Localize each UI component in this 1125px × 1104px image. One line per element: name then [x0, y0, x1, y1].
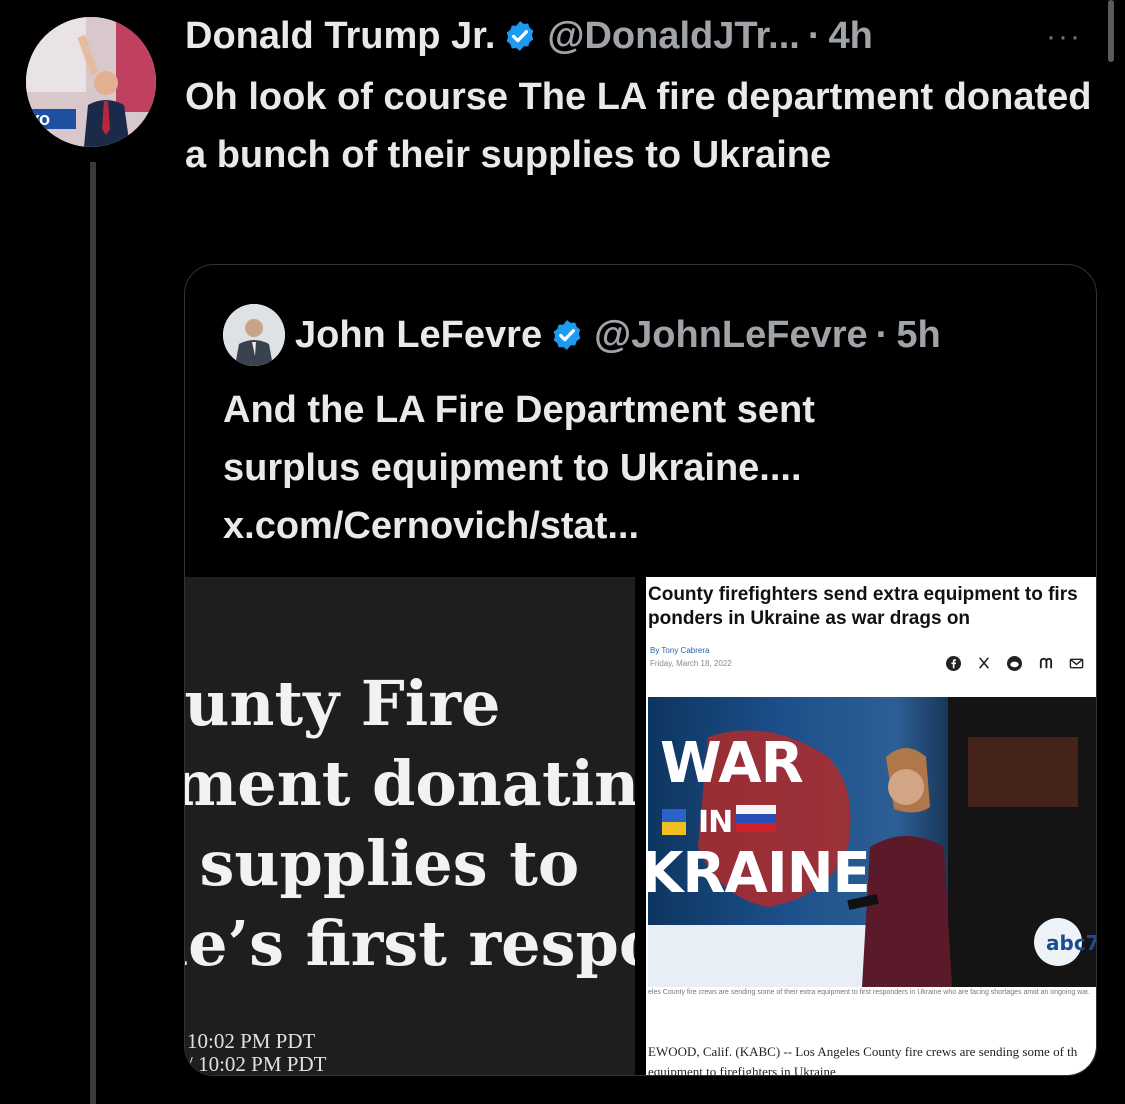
media-image-right[interactable]: County firefighters send extra equipment…	[646, 577, 1097, 1076]
more-options-icon[interactable]: ···	[1046, 20, 1082, 54]
article-headline: County firefighters send extra equipment…	[648, 583, 1096, 631]
article-byline: By Tony Cabrera	[650, 646, 710, 655]
article-headline-line: County firefighters send extra equipment…	[648, 584, 1078, 605]
quoted-text-line: And the LA Fire Department sent	[223, 389, 815, 431]
media-image-left[interactable]: ounty Fire tment donatin s supplies to n…	[185, 577, 635, 1076]
image-headline-line: ne’s first respo	[185, 907, 635, 980]
threads-icon	[1038, 656, 1053, 675]
x-icon	[977, 656, 991, 675]
article-body-line: EWOOD, Calif. (KABC) -- Los Angeles Coun…	[648, 1044, 1078, 1059]
tweet-header: Donald Trump Jr. @DonaldJTr... · 4h	[185, 12, 873, 60]
quoted-tweet-time[interactable]: 5h	[896, 314, 940, 357]
news-video-still[interactable]: abc7 WAR IN KRAINE	[648, 697, 1097, 987]
image-timestamp: 10:02 PM PDT	[187, 1029, 316, 1053]
author-handle[interactable]: @DonaldJTr...	[547, 15, 799, 58]
article-body: EWOOD, Calif. (KABC) -- Los Angeles Coun…	[648, 1042, 1096, 1076]
article-body-line: equipment to firefighters in Ukraine	[648, 1064, 836, 1076]
quoted-tweet-text: And the LA Fire Department sent surplus …	[223, 381, 1083, 555]
image-headline-line: ounty Fire	[185, 667, 501, 740]
war-banner-text: KRAINE	[648, 841, 871, 906]
image-headline-line: tment donatin	[185, 747, 635, 820]
article-headline-line: ponders in Ukraine as war drags on	[648, 608, 971, 629]
quoted-tweet-header: John LeFevre @JohnLeFevre · 5h	[295, 309, 941, 361]
video-caption: eles County fire crews are sending some …	[648, 989, 1091, 996]
quoted-author-name[interactable]: John LeFevre	[295, 314, 542, 357]
separator-dot: ·	[807, 14, 821, 57]
facebook-icon	[946, 656, 961, 675]
image-timestamp: / 10:02 PM PDT	[187, 1052, 327, 1076]
separator-dot: ·	[875, 313, 889, 356]
quoted-text-line: surplus equipment to Ukraine....	[223, 447, 802, 489]
tweet-text: Oh look of course The LA fire department…	[185, 76, 1092, 176]
email-icon	[1069, 656, 1084, 675]
tweet-time[interactable]: 4h	[828, 15, 872, 58]
abc7-logo: abc7	[1046, 931, 1097, 955]
image-headline-line: s supplies to	[185, 827, 580, 900]
quoted-author-avatar[interactable]	[223, 304, 285, 366]
war-banner-text: WAR	[660, 731, 804, 796]
author-name[interactable]: Donald Trump Jr.	[185, 15, 495, 58]
author-avatar[interactable]: YO	[26, 17, 156, 147]
share-icons	[946, 656, 1084, 675]
quoted-tweet[interactable]: John LeFevre @JohnLeFevre · 5h And the L…	[184, 264, 1097, 1076]
verified-badge-icon	[550, 318, 584, 352]
thread-line	[90, 162, 96, 1104]
quoted-link[interactable]: x.com/Cernovich/stat...	[223, 497, 1083, 555]
scrollbar[interactable]	[1108, 0, 1114, 62]
verified-badge-icon	[503, 19, 537, 53]
war-banner-text: IN	[698, 805, 733, 840]
article-date: Friday, March 18, 2022	[650, 659, 732, 668]
svg-text:YO: YO	[29, 114, 50, 129]
quoted-author-handle[interactable]: @JohnLeFevre	[594, 314, 868, 357]
reddit-icon	[1007, 656, 1022, 675]
